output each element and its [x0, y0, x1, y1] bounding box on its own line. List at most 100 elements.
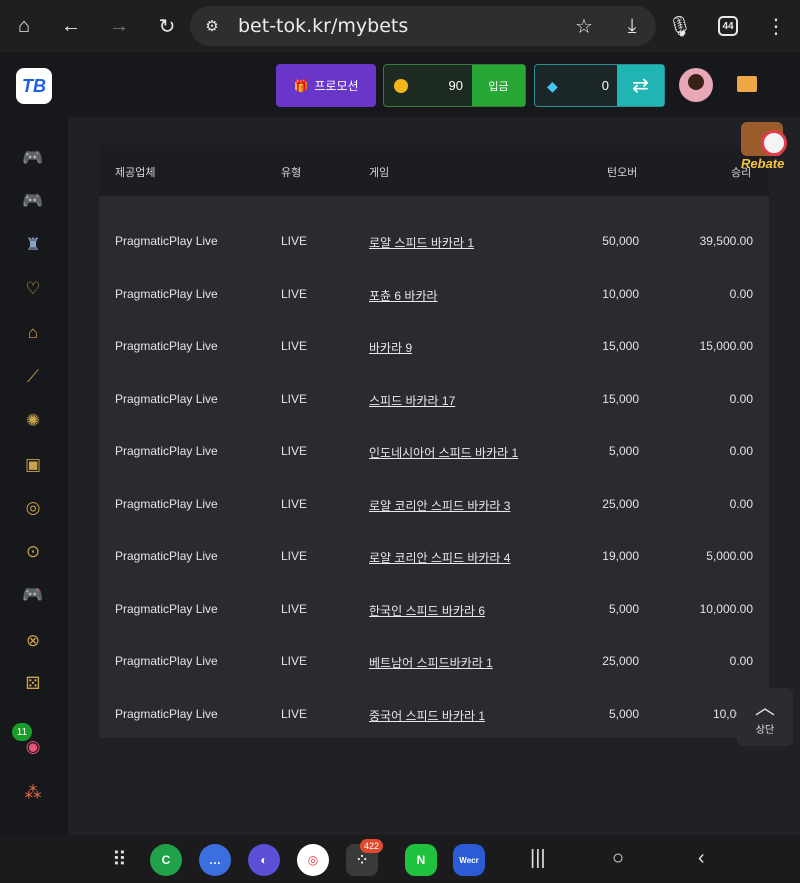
- turnover-cell: 19,000: [602, 549, 639, 563]
- home-icon[interactable]: ⌂: [8, 10, 40, 42]
- win-cell: 10,000.00: [699, 601, 753, 616]
- site-logo[interactable]: TB: [16, 68, 52, 104]
- game-link[interactable]: 베트남어 스피드바카라 1: [369, 654, 493, 671]
- coin-wallet: 90 입금: [383, 64, 526, 107]
- exchange-refresh-button[interactable]: ⇄: [617, 65, 664, 106]
- target-icon[interactable]: ◉: [22, 736, 44, 758]
- slot-machine-icon[interactable]: ▣: [22, 454, 44, 476]
- roulette-icon[interactable]: ✺: [22, 410, 44, 432]
- more-menu-icon[interactable]: ⋮: [760, 10, 792, 42]
- turnover-cell: 5,000: [608, 444, 639, 458]
- type-cell: LIVE: [281, 601, 308, 616]
- rebate-widget[interactable]: Rebate: [737, 118, 791, 172]
- rocket-icon[interactable]: ⊙: [22, 541, 44, 563]
- castle-icon[interactable]: ♜: [22, 234, 44, 256]
- bookmark-star-icon[interactable]: ☆: [568, 10, 600, 42]
- table-header: 제공업체 유형 게임 턴오버 승리: [99, 145, 769, 196]
- turnover-cell: 15,000: [602, 339, 639, 353]
- app-drawer-icon[interactable]: ⠿: [112, 847, 127, 872]
- table-row: PragmaticPlay Live LIVE 바카라 9 15,000 15,000.…: [99, 321, 769, 373]
- reload-icon[interactable]: ↻: [151, 10, 183, 42]
- turnover-cell: 25,000: [602, 496, 639, 511]
- back-icon[interactable]: ←: [55, 10, 87, 42]
- turnover-cell: 5,000: [608, 601, 639, 616]
- promotion-button[interactable]: 🎁 프로모션: [276, 64, 376, 107]
- forward-icon[interactable]: →: [103, 10, 135, 42]
- url-text[interactable]: bet-tok.kr/mybets: [238, 15, 408, 37]
- clock-icon: [761, 130, 787, 156]
- provider-cell: PragmaticPlay Live: [115, 286, 218, 301]
- win-cell: 5,000.00: [706, 549, 753, 563]
- col-provider: 제공업체: [115, 167, 156, 179]
- turnover-cell: 10,000: [602, 286, 639, 301]
- promotion-label: 프로모션: [314, 79, 359, 93]
- table-row: PragmaticPlay Live LIVE 로얄 코리안 스피드 바카라 3 25…: [99, 479, 769, 531]
- coin-icon: [394, 79, 408, 93]
- type-cell: LIVE: [281, 286, 308, 301]
- deposit-button[interactable]: 입금: [472, 65, 525, 106]
- microphone-icon[interactable]: 🎙: [664, 10, 696, 42]
- coin-x-icon[interactable]: ⊗: [22, 630, 44, 652]
- win-cell: 39,500.00: [699, 234, 753, 248]
- win-cell: 0.00: [729, 444, 753, 458]
- back-button-icon[interactable]: ‹: [698, 847, 705, 870]
- turnover-cell: 5,000: [608, 706, 639, 721]
- back-to-top-button[interactable]: ︿ 상단: [737, 688, 793, 746]
- house-icon[interactable]: ⌂: [22, 322, 44, 344]
- game-link[interactable]: 한국인 스피드 바카라 6: [369, 602, 485, 619]
- table-row: PragmaticPlay Live LIVE 중국어 스피드 바카라 1 5,000…: [99, 689, 769, 739]
- chart-icon[interactable]: ⟋: [22, 366, 44, 388]
- win-cell: 0.00: [729, 391, 753, 406]
- casino-chip-icon[interactable]: ◎: [22, 497, 44, 519]
- game-link[interactable]: 스피드 바카라 17: [369, 392, 455, 409]
- address-bar[interactable]: ⚙ bet-tok.kr/mybets ☆ ⤓: [190, 6, 656, 46]
- home-button-icon[interactable]: ○: [612, 847, 624, 870]
- gamepad-alt-icon[interactable]: 🎮: [22, 190, 44, 212]
- internet-app-icon[interactable]: ◐: [248, 844, 280, 876]
- provider-cell: PragmaticPlay Live: [115, 549, 218, 563]
- heart-icon[interactable]: ♡: [22, 278, 44, 300]
- android-nav-bar: ⠿ C … ◐ ◎ ⁘ 422 N Wecr ||| ○ ‹: [0, 835, 800, 883]
- provider-cell: PragmaticPlay Live: [115, 496, 218, 511]
- game-link[interactable]: 로얄 코리안 스피드 바카라 3: [369, 497, 510, 514]
- naver-app-icon[interactable]: N: [405, 844, 437, 876]
- turnover-cell: 25,000: [602, 654, 639, 668]
- gamepad-icon[interactable]: 🎮: [22, 147, 44, 169]
- win-cell: 15,000.00: [699, 339, 753, 353]
- user-avatar[interactable]: [679, 68, 713, 102]
- game-link[interactable]: 로얄 코리안 스피드 바카라 4: [369, 549, 510, 566]
- wecr-app-icon[interactable]: Wecr: [453, 844, 485, 876]
- turnover-cell: 50,000: [602, 234, 639, 248]
- chrome-app-icon[interactable]: ◎: [297, 844, 329, 876]
- diamond-icon: ◆: [547, 78, 558, 94]
- controller-icon[interactable]: 🎮: [22, 584, 44, 606]
- messages-app-icon[interactable]: …: [199, 844, 231, 876]
- type-cell: LIVE: [281, 496, 308, 511]
- col-turnover: 턴오버: [607, 167, 638, 179]
- table-row: PragmaticPlay Live LIVE 로얄 스피드 바카라 1 50,000…: [99, 216, 769, 268]
- provider-cell: PragmaticPlay Live: [115, 339, 218, 353]
- gem-balance: 0: [601, 78, 609, 93]
- table-row: PragmaticPlay Live LIVE 로얄 코리안 스피드 바카라 4 19…: [99, 531, 769, 583]
- col-game: 게임: [369, 167, 390, 179]
- lottery-balls-icon[interactable]: ⁂: [22, 782, 44, 804]
- game-link[interactable]: 바카라 9: [369, 339, 412, 356]
- game-link[interactable]: 중국어 스피드 바카라 1: [369, 707, 485, 724]
- site-settings-icon[interactable]: ⚙: [196, 10, 228, 42]
- game-link[interactable]: 인도네시아어 스피드 바카라 1: [369, 444, 518, 461]
- tab-switcher-button[interactable]: 44: [712, 10, 744, 42]
- bag-icon[interactable]: [737, 76, 757, 92]
- phone-app-icon[interactable]: C: [150, 844, 182, 876]
- table-row: PragmaticPlay Live LIVE 베트남어 스피드바카라 1 25,00…: [99, 636, 769, 688]
- type-cell: LIVE: [281, 234, 308, 248]
- recent-apps-icon[interactable]: |||: [530, 847, 546, 870]
- provider-cell: PragmaticPlay Live: [115, 234, 218, 248]
- game-link[interactable]: 로얄 스피드 바카라 1: [369, 234, 474, 251]
- game-link[interactable]: 포츈 6 바카라: [369, 287, 438, 304]
- type-cell: LIVE: [281, 549, 308, 563]
- coin-balance: 90: [448, 78, 463, 93]
- dice-icon[interactable]: ⚄: [22, 673, 44, 695]
- download-icon[interactable]: ⤓: [616, 10, 648, 42]
- provider-cell: PragmaticPlay Live: [115, 706, 218, 721]
- main-content: 제공업체 유형 게임 턴오버 승리 PragmaticPlay Live LIVE…: [68, 117, 800, 835]
